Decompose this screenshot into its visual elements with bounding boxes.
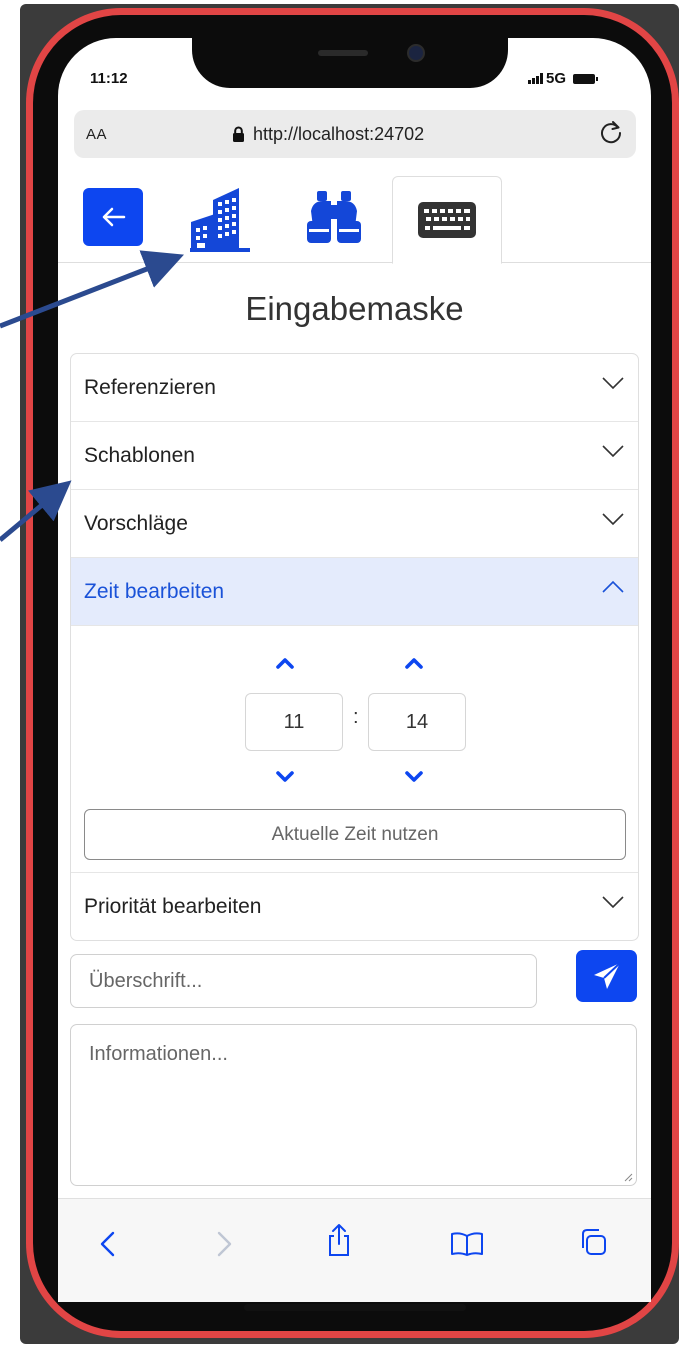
chevron-down-icon <box>602 445 624 458</box>
url-text: http://localhost:24702 <box>253 123 425 144</box>
accordion-label: Priorität bearbeiten <box>84 894 262 918</box>
textarea-placeholder: Informationen... <box>89 1043 228 1065</box>
information-textarea[interactable]: Informationen... <box>70 1024 637 1186</box>
book-icon[interactable] <box>450 1231 484 1257</box>
time-separator: : <box>353 706 359 728</box>
speaker <box>318 50 368 56</box>
accordion-label: Vorschläge <box>84 511 188 535</box>
browser-toolbar <box>58 1198 651 1302</box>
hours-up-button[interactable] <box>276 657 294 669</box>
nav-tabs <box>58 170 651 264</box>
binoculars-icon <box>307 191 361 243</box>
share-icon[interactable] <box>326 1223 352 1257</box>
keyboard-icon <box>418 202 476 238</box>
send-button[interactable] <box>576 950 637 1002</box>
chevron-up-icon <box>602 580 624 593</box>
address-bar[interactable]: AA http://localhost:24702 <box>74 110 636 158</box>
tab-buildings[interactable] <box>180 176 260 262</box>
arrow-left-icon <box>102 207 126 227</box>
accordion-item-zeit-bearbeiten[interactable]: Zeit bearbeiten <box>71 558 638 626</box>
accordion: Referenzieren Schablonen Vorschläge Zeit… <box>70 353 639 941</box>
tabs-icon[interactable] <box>578 1227 608 1257</box>
chevron-down-icon <box>602 377 624 390</box>
accordion-label: Referenzieren <box>84 375 216 399</box>
battery-icon <box>573 73 599 84</box>
lock-icon <box>233 126 244 142</box>
text-size-button[interactable]: AA <box>86 126 107 143</box>
back-button[interactable] <box>83 188 143 246</box>
chevron-down-icon <box>602 896 624 909</box>
accordion-item-referenzieren[interactable]: Referenzieren <box>71 354 638 422</box>
accordion-item-vorschlaege[interactable]: Vorschläge <box>71 490 638 558</box>
accordion-item-prioritaet[interactable]: Priorität bearbeiten <box>71 872 638 940</box>
reload-icon[interactable] <box>596 118 626 148</box>
page-title: Eingabemaske <box>245 290 464 327</box>
heading-input[interactable]: Überschrift... <box>70 954 537 1008</box>
tab-input-form[interactable] <box>392 176 502 264</box>
signal-icon <box>528 73 543 84</box>
home-indicator <box>244 1304 466 1311</box>
accordion-item-schablonen[interactable]: Schablonen <box>71 422 638 490</box>
chevron-left-icon[interactable] <box>98 1229 118 1259</box>
paper-plane-icon <box>593 962 621 989</box>
notch <box>192 30 508 88</box>
hours-input[interactable]: 11 <box>245 693 343 751</box>
network-label: 5G <box>546 70 567 87</box>
status-indicators: 5G <box>528 70 599 87</box>
minutes-input[interactable]: 14 <box>368 693 466 751</box>
status-time: 11:12 <box>90 70 128 87</box>
tab-search[interactable] <box>294 176 374 262</box>
accordion-label: Zeit bearbeiten <box>84 579 225 603</box>
minutes-down-button[interactable] <box>405 771 423 783</box>
chevron-right-icon[interactable] <box>214 1229 234 1259</box>
use-current-time-button[interactable]: Aktuelle Zeit nutzen <box>84 809 626 860</box>
hours-down-button[interactable] <box>276 771 294 783</box>
minutes-up-button[interactable] <box>405 657 423 669</box>
url-display[interactable]: http://localhost:24702 <box>232 124 424 145</box>
camera <box>407 44 425 62</box>
chevron-down-icon <box>602 513 624 526</box>
building-icon <box>190 188 250 252</box>
resize-handle-icon[interactable] <box>623 1172 633 1182</box>
accordion-label: Schablonen <box>84 443 195 467</box>
